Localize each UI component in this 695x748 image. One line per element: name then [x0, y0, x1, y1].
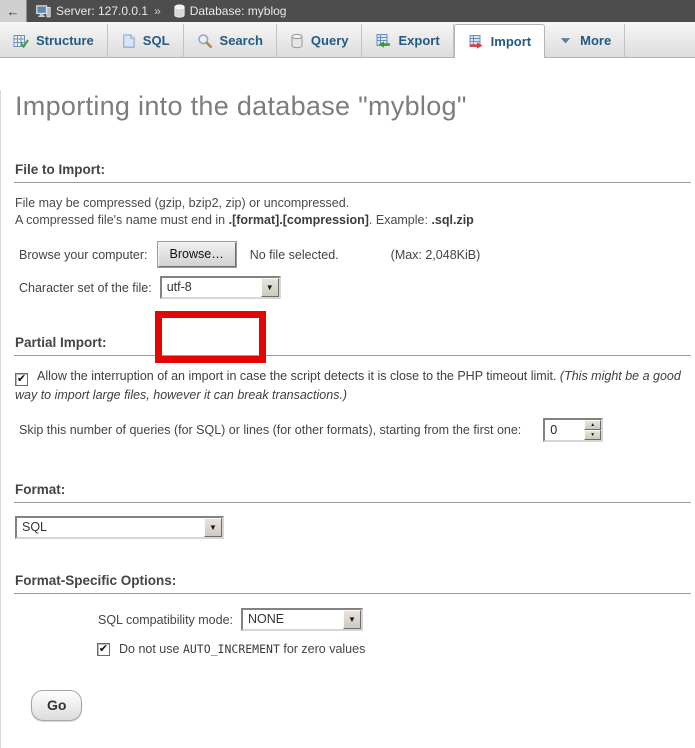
auto-increment-label: Do not use AUTO_INCREMENT for zero value… — [119, 642, 365, 656]
file-help-text: File may be compressed (gzip, bzip2, zip… — [15, 195, 691, 228]
sql-compat-selected-value: NONE — [243, 610, 343, 629]
server-icon — [36, 4, 51, 19]
sql-compat-row: SQL compatibility mode: NONE ▼ — [98, 608, 691, 631]
query-icon — [290, 33, 304, 49]
chevron-down-icon[interactable]: ▼ — [204, 518, 222, 537]
import-icon — [468, 34, 484, 50]
skip-queries-label: Skip this number of queries (for SQL) or… — [19, 423, 521, 437]
tab-label: Structure — [36, 33, 94, 48]
tab-label: Export — [398, 33, 439, 48]
tab-export[interactable]: Export — [362, 24, 453, 57]
tab-import[interactable]: Import — [454, 24, 545, 58]
tab-bar: Structure SQL Search Query Export — [0, 22, 695, 58]
more-icon — [558, 33, 573, 48]
search-icon — [197, 33, 213, 49]
auto-increment-checkbox[interactable]: ✔ — [97, 643, 110, 656]
charset-row: Character set of the file: utf-8 ▼ — [19, 276, 691, 299]
section-heading-partial-import: Partial Import: — [14, 335, 691, 356]
tab-query[interactable]: Query — [277, 24, 363, 57]
tab-more[interactable]: More — [545, 24, 625, 57]
browse-button[interactable]: Browse… — [158, 242, 236, 267]
chevron-down-icon[interactable]: ▼ — [261, 278, 279, 297]
browse-label: Browse your computer: — [19, 248, 148, 262]
allow-interruption-label: Allow the interruption of an import in c… — [37, 369, 560, 383]
file-help-example-token: .sql.zip — [431, 213, 473, 227]
spinner-up-icon[interactable]: ▲ — [584, 420, 601, 430]
charset-select[interactable]: utf-8 ▼ — [160, 276, 281, 299]
tab-search[interactable]: Search — [184, 24, 277, 57]
section-heading-format: Format: — [14, 482, 691, 503]
skip-queries-row: Skip this number of queries (for SQL) or… — [19, 418, 691, 442]
go-button[interactable]: Go — [31, 690, 82, 721]
skip-queries-input[interactable]: 0 ▲ ▼ — [543, 418, 603, 442]
go-row: Go — [31, 690, 691, 721]
breadcrumb-database[interactable]: Database: myblog — [190, 4, 287, 18]
back-button[interactable]: ← — [0, 0, 27, 22]
file-help-line1: File may be compressed (gzip, bzip2, zip… — [15, 196, 349, 210]
database-icon — [173, 4, 186, 18]
section-heading-format-options: Format-Specific Options: — [14, 573, 691, 594]
format-select[interactable]: SQL ▼ — [15, 516, 224, 539]
tab-label: More — [580, 33, 611, 48]
spinner-down-icon[interactable]: ▼ — [584, 430, 601, 440]
charset-label: Character set of the file: — [19, 281, 152, 295]
format-selected-value: SQL — [17, 518, 204, 537]
sql-icon — [121, 33, 136, 49]
allow-interruption-checkbox[interactable]: ✔ — [15, 373, 28, 386]
auto-increment-code: AUTO_INCREMENT — [183, 642, 280, 656]
tab-label: Import — [491, 34, 531, 49]
tab-label: Search — [220, 33, 263, 48]
charset-selected-value: utf-8 — [162, 278, 261, 297]
structure-icon — [13, 33, 29, 49]
sql-compat-select[interactable]: NONE ▼ — [241, 608, 363, 631]
export-icon — [375, 33, 391, 49]
main-content: Importing into the database "myblog" Fil… — [0, 90, 695, 748]
auto-increment-row: ✔ Do not use AUTO_INCREMENT for zero val… — [97, 642, 691, 656]
section-heading-file-to-import: File to Import: — [14, 162, 691, 183]
browse-row: Browse your computer: Browse… No file se… — [19, 242, 691, 267]
allow-interruption-row: ✔ Allow the interruption of an import in … — [15, 367, 687, 405]
chevron-down-icon[interactable]: ▼ — [343, 610, 361, 629]
max-size-text: (Max: 2,048KiB) — [391, 248, 481, 262]
page-title: Importing into the database "myblog" — [15, 90, 691, 122]
tab-label: Query — [311, 33, 349, 48]
file-help-format-token: .[format].[compression] — [229, 213, 369, 227]
tab-label: SQL — [143, 33, 170, 48]
sql-compat-label: SQL compatibility mode: — [98, 613, 233, 627]
no-file-selected-text: No file selected. — [250, 248, 339, 262]
breadcrumb-server[interactable]: Server: 127.0.0.1 — [56, 4, 148, 18]
skip-queries-value: 0 — [545, 420, 584, 440]
file-help-example-label: . Example: — [369, 213, 432, 227]
tab-sql[interactable]: SQL — [108, 24, 184, 57]
file-help-line2: A compressed file's name must end in — [15, 213, 229, 227]
breadcrumb-separator: » — [154, 4, 161, 18]
breadcrumb-bar: ← Server: 127.0.0.1 » Database: myblog — [0, 0, 695, 22]
tab-structure[interactable]: Structure — [0, 24, 108, 57]
